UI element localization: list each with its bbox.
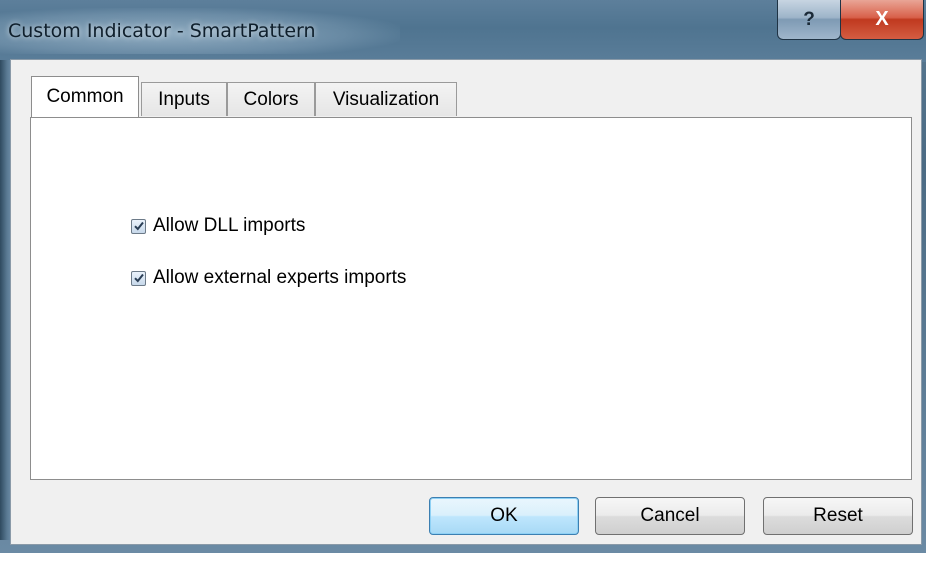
tab-colors[interactable]: Colors [227,82,315,116]
tab-panel-common: Allow DLL imports Allow external experts… [30,117,912,480]
allow-dll-imports-option[interactable]: Allow DLL imports [131,215,305,237]
help-button[interactable]: ? [777,0,841,40]
allow-external-experts-imports-option[interactable]: Allow external experts imports [131,267,406,289]
allow-external-experts-imports-label: Allow external experts imports [153,267,407,288]
help-icon: ? [803,8,815,30]
tab-label: Inputs [158,88,210,110]
allow-dll-imports-label: Allow DLL imports [153,215,306,236]
close-button[interactable]: X [840,0,924,40]
tab-label: Visualization [332,88,440,110]
allow-dll-imports-checkbox[interactable] [131,218,146,234]
background [0,553,926,561]
dialog-window: Custom Indicator - SmartPattern ? X Comm… [0,0,926,553]
reset-button[interactable]: Reset [763,497,913,535]
allow-external-experts-imports-checkbox[interactable] [131,270,146,286]
tab-label: Colors [243,88,299,110]
close-icon: X [875,8,889,30]
checkmark-icon [133,273,144,283]
tab-inputs[interactable]: Inputs [141,82,227,116]
dialog-client-area: Common Inputs Colors Visualization Allow… [10,59,922,545]
tab-label: Common [46,86,124,107]
cancel-button[interactable]: Cancel [595,497,745,535]
ok-button-label: OK [490,505,518,526]
tab-visualization[interactable]: Visualization [315,82,457,116]
reset-button-label: Reset [813,505,863,526]
checkmark-icon [133,221,144,231]
window-title: Custom Indicator - SmartPattern [8,20,316,42]
title-bar[interactable]: Custom Indicator - SmartPattern ? X [0,0,926,62]
tab-common[interactable]: Common [31,76,139,117]
ok-button[interactable]: OK [429,497,579,535]
cancel-button-label: Cancel [640,505,700,526]
